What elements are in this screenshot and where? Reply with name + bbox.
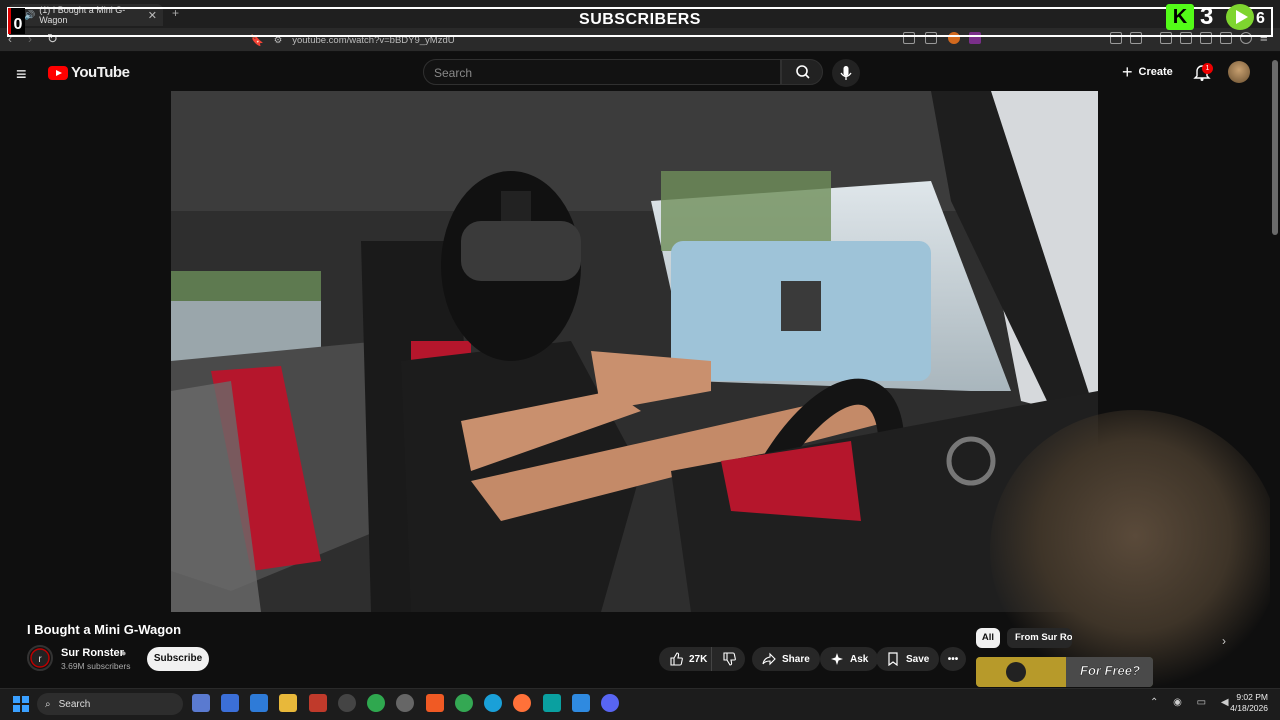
back-icon[interactable]: ‹ <box>8 32 12 46</box>
chevron-right-icon[interactable]: › <box>1222 634 1226 648</box>
extensions-icon[interactable] <box>1110 32 1122 44</box>
taskbar-search-icon: ⌕ <box>45 698 51 710</box>
thumbs-up-icon <box>670 652 683 666</box>
more-icon: ••• <box>947 653 959 665</box>
app-icon-13[interactable] <box>543 694 561 712</box>
share-page-icon[interactable] <box>925 32 937 44</box>
app-icon-5[interactable] <box>309 694 327 712</box>
subscribe-button[interactable]: Subscribe <box>147 647 209 671</box>
thumbs-down-icon <box>722 652 736 666</box>
chip-all[interactable]: All <box>976 628 1000 648</box>
search-icon <box>796 65 810 79</box>
dislike-button[interactable] <box>711 647 745 671</box>
url-field[interactable]: 🔖 ⚙ youtube.com/watch?v=bBDY9_yMzdU <box>250 31 950 49</box>
chip-from-channel[interactable]: From Sur Ronster <box>1007 628 1072 648</box>
app-icon-6[interactable] <box>338 694 356 712</box>
search-input[interactable]: Search <box>423 59 781 85</box>
sidebar-icon[interactable] <box>1180 32 1192 44</box>
channel-logo-icon: r <box>30 648 50 668</box>
screenshot-icon[interactable] <box>1130 32 1142 44</box>
microphone-icon <box>840 66 852 80</box>
clock-time: 9:02 PM <box>1236 692 1268 702</box>
brave-shield-icon[interactable] <box>948 32 960 44</box>
verified-icon: ● <box>121 648 127 658</box>
menu-icon[interactable]: ≡ <box>1260 30 1268 45</box>
file-explorer-icon[interactable] <box>279 694 297 712</box>
ask-button[interactable]: Ask <box>820 647 879 671</box>
sparkle-icon <box>831 653 843 665</box>
scrollbar-thumb[interactable] <box>1272 60 1278 235</box>
reload-icon[interactable]: ↻ <box>47 31 58 47</box>
clock-date: 4/18/2026 <box>1230 703 1268 713</box>
like-count: 27K <box>689 653 708 665</box>
url-text: youtube.com/watch?v=bBDY9_yMzdU <box>292 34 455 46</box>
create-label: Create <box>1138 66 1173 78</box>
leo-icon[interactable] <box>1220 32 1232 44</box>
kick-subscriber-count: 3 <box>1200 3 1214 30</box>
search-button[interactable] <box>781 59 823 85</box>
ask-label: Ask <box>850 653 869 665</box>
thumbnail-text: For Free? <box>1080 663 1140 679</box>
app-icon-3[interactable] <box>250 694 268 712</box>
bookmark-icon[interactable]: 🔖 <box>250 34 264 47</box>
taskbar-clock[interactable]: 9:02 PM 4/18/2026 <box>1226 692 1268 714</box>
save-label: Save <box>906 653 930 665</box>
wallet-icon[interactable] <box>1200 32 1212 44</box>
install-icon[interactable] <box>903 32 915 44</box>
app-icon-8[interactable] <box>396 694 414 712</box>
kick-icon: K <box>1166 4 1194 30</box>
app-icon-7[interactable] <box>367 694 385 712</box>
video-title: I Bought a Mini G-Wagon <box>27 622 182 637</box>
youtube-logo-text: YouTube <box>71 64 130 81</box>
taskbar-search[interactable]: ⌕ Search <box>37 693 183 715</box>
brave-icon[interactable] <box>426 694 444 712</box>
webcam-overlay <box>990 410 1280 690</box>
account-avatar[interactable] <box>1228 61 1250 83</box>
youtube-play-icon <box>48 65 68 80</box>
rumble-subscriber-count: 6 <box>1256 10 1265 27</box>
app-icon-2[interactable] <box>221 694 239 712</box>
like-button[interactable]: 27K <box>659 647 711 671</box>
guide-menu-icon[interactable]: ≡ <box>16 64 27 85</box>
channel-name[interactable]: Sur Ronster <box>61 647 124 659</box>
chrome-icon[interactable] <box>455 694 473 712</box>
overlay-title: SUBSCRIBERS <box>579 11 701 28</box>
forward-icon[interactable]: › <box>28 32 32 46</box>
notification-badge: 1 <box>1202 63 1213 74</box>
video-player[interactable] <box>171 91 1098 612</box>
share-icon <box>762 652 776 666</box>
share-button[interactable]: Share <box>752 647 820 671</box>
edge-icon[interactable] <box>484 694 502 712</box>
more-actions-button[interactable]: ••• <box>940 647 966 671</box>
voice-search-button[interactable] <box>832 59 860 87</box>
save-button[interactable]: Save <box>876 647 940 671</box>
share-label: Share <box>782 653 810 665</box>
taskbar-search-label: Search <box>58 698 91 710</box>
vpn-icon[interactable] <box>1240 32 1252 44</box>
bookmark-save-icon <box>888 652 898 666</box>
app-icon-1[interactable] <box>192 694 210 712</box>
create-button[interactable]: + Create <box>1122 62 1173 82</box>
media-icon[interactable] <box>1160 32 1172 44</box>
system-tray[interactable]: ⌃ ◉ ▭ ◀ <box>1150 697 1235 708</box>
plus-icon: + <box>1122 61 1133 82</box>
discord-icon[interactable] <box>601 694 619 712</box>
firefox-icon[interactable] <box>513 694 531 712</box>
subscriber-count: 3.69M subscribers <box>61 661 131 671</box>
rumble-icon <box>1226 4 1254 30</box>
channel-avatar[interactable]: r <box>27 645 53 671</box>
youtube-logo[interactable]: YouTube <box>48 64 130 81</box>
brave-rewards-icon[interactable] <box>969 32 981 44</box>
vscode-icon[interactable] <box>572 694 590 712</box>
video-frame <box>171 91 1098 612</box>
windows-start-icon[interactable] <box>13 696 29 712</box>
site-info-icon[interactable]: ⚙ <box>274 35 283 46</box>
